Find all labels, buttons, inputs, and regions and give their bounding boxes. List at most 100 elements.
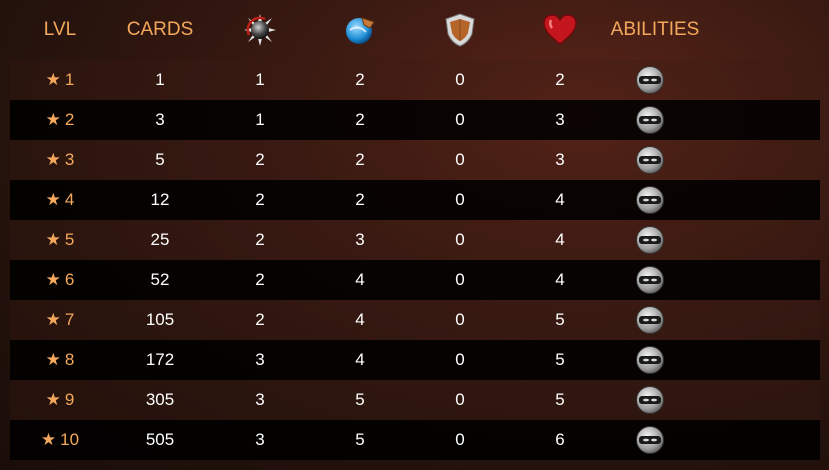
table-row: ★ 9 305 3 5 0 5	[10, 380, 820, 420]
ability-cell	[610, 65, 690, 95]
star-icon: ★	[45, 110, 61, 129]
table-row: ★ 4 12 2 2 0 4	[10, 180, 820, 220]
level-cell: ★ 1	[10, 70, 110, 90]
ability-cell	[610, 185, 690, 215]
armor-icon	[410, 12, 510, 48]
level-cell: ★ 3	[10, 150, 110, 170]
armor-cell: 0	[455, 350, 465, 369]
speed-cell: 5	[355, 390, 365, 409]
star-icon: ★	[45, 310, 61, 329]
masked-face-icon[interactable]	[635, 265, 665, 295]
health-cell: 5	[555, 310, 565, 329]
masked-face-icon[interactable]	[635, 145, 665, 175]
health-cell: 6	[555, 430, 565, 449]
ability-cell	[610, 345, 690, 375]
ability-cell	[610, 225, 690, 255]
cards-cell: 3	[155, 110, 165, 129]
armor-cell: 0	[455, 70, 465, 89]
table-row: ★ 10 505 3 5 0 6	[10, 420, 820, 460]
attack-cell: 2	[255, 270, 265, 289]
health-icon	[510, 13, 610, 47]
star-icon: ★	[45, 390, 61, 409]
table-row: ★ 1 1 1 2 0 2	[10, 60, 820, 100]
armor-cell: 0	[455, 270, 465, 289]
armor-cell: 0	[455, 390, 465, 409]
level-cell: ★ 9	[10, 390, 110, 410]
masked-face-icon[interactable]	[635, 225, 665, 255]
health-cell: 3	[555, 150, 565, 169]
star-icon: ★	[45, 350, 61, 369]
masked-face-icon[interactable]	[635, 185, 665, 215]
ability-cell	[610, 385, 690, 415]
cards-cell: 105	[145, 310, 175, 329]
masked-face-icon[interactable]	[635, 385, 665, 415]
attack-cell: 1	[255, 70, 265, 89]
star-icon: ★	[45, 230, 61, 249]
level-cell: ★ 10	[10, 430, 110, 450]
speed-cell: 2	[355, 190, 365, 209]
cards-cell: 52	[150, 270, 170, 289]
level-value: 6	[64, 270, 75, 289]
armor-cell: 0	[455, 230, 465, 249]
level-value: 8	[64, 350, 75, 369]
melee-attack-icon	[210, 13, 310, 47]
cards-cell: 25	[150, 230, 170, 249]
attack-cell: 3	[255, 390, 265, 409]
ability-cell	[610, 305, 690, 335]
level-value: 3	[64, 150, 75, 169]
header-cards: CARDS	[126, 19, 194, 40]
speed-cell: 2	[355, 70, 365, 89]
health-cell: 4	[555, 230, 565, 249]
health-cell: 5	[555, 390, 565, 409]
table-header: LVL CARDS ABILITIES	[10, 0, 820, 60]
level-cell: ★ 5	[10, 230, 110, 250]
masked-face-icon[interactable]	[635, 105, 665, 135]
attack-cell: 2	[255, 310, 265, 329]
speed-cell: 2	[355, 150, 365, 169]
cards-cell: 505	[145, 430, 175, 449]
masked-face-icon[interactable]	[635, 345, 665, 375]
level-value: 4	[64, 190, 75, 209]
masked-face-icon[interactable]	[635, 305, 665, 335]
armor-cell: 0	[455, 190, 465, 209]
cards-cell: 1	[155, 70, 165, 89]
ability-cell	[610, 425, 690, 455]
speed-cell: 3	[355, 230, 365, 249]
level-cell: ★ 6	[10, 270, 110, 290]
cards-cell: 305	[145, 390, 175, 409]
ability-cell	[610, 105, 690, 135]
attack-cell: 1	[255, 110, 265, 129]
table-row: ★ 6 52 2 4 0 4	[10, 260, 820, 300]
armor-cell: 0	[455, 310, 465, 329]
attack-cell: 3	[255, 430, 265, 449]
masked-face-icon[interactable]	[635, 65, 665, 95]
level-cell: ★ 8	[10, 350, 110, 370]
star-icon: ★	[40, 430, 57, 449]
level-value: 9	[64, 390, 75, 409]
speed-cell: 5	[355, 430, 365, 449]
attack-cell: 2	[255, 190, 265, 209]
table-row: ★ 8 172 3 4 0 5	[10, 340, 820, 380]
health-cell: 3	[555, 110, 565, 129]
table-row: ★ 7 105 2 4 0 5	[10, 300, 820, 340]
speed-icon	[310, 12, 410, 48]
header-abilities: ABILITIES	[610, 19, 700, 40]
speed-cell: 2	[355, 110, 365, 129]
star-icon: ★	[45, 70, 61, 89]
armor-cell: 0	[455, 150, 465, 169]
level-value: 10	[60, 430, 80, 449]
masked-face-icon[interactable]	[635, 425, 665, 455]
level-value: 2	[64, 110, 75, 129]
health-cell: 5	[555, 350, 565, 369]
level-cell: ★ 2	[10, 110, 110, 130]
level-cell: ★ 4	[10, 190, 110, 210]
level-value: 5	[64, 230, 75, 249]
ability-cell	[610, 145, 690, 175]
table-row: ★ 5 25 2 3 0 4	[10, 220, 820, 260]
table-row: ★ 2 3 1 2 0 3	[10, 100, 820, 140]
health-cell: 4	[555, 190, 565, 209]
attack-cell: 2	[255, 150, 265, 169]
stats-table: LVL CARDS ABILITIES ★ 1 1 1 2 0 2 ★ 2 3 …	[10, 0, 820, 460]
cards-cell: 172	[145, 350, 175, 369]
attack-cell: 2	[255, 230, 265, 249]
